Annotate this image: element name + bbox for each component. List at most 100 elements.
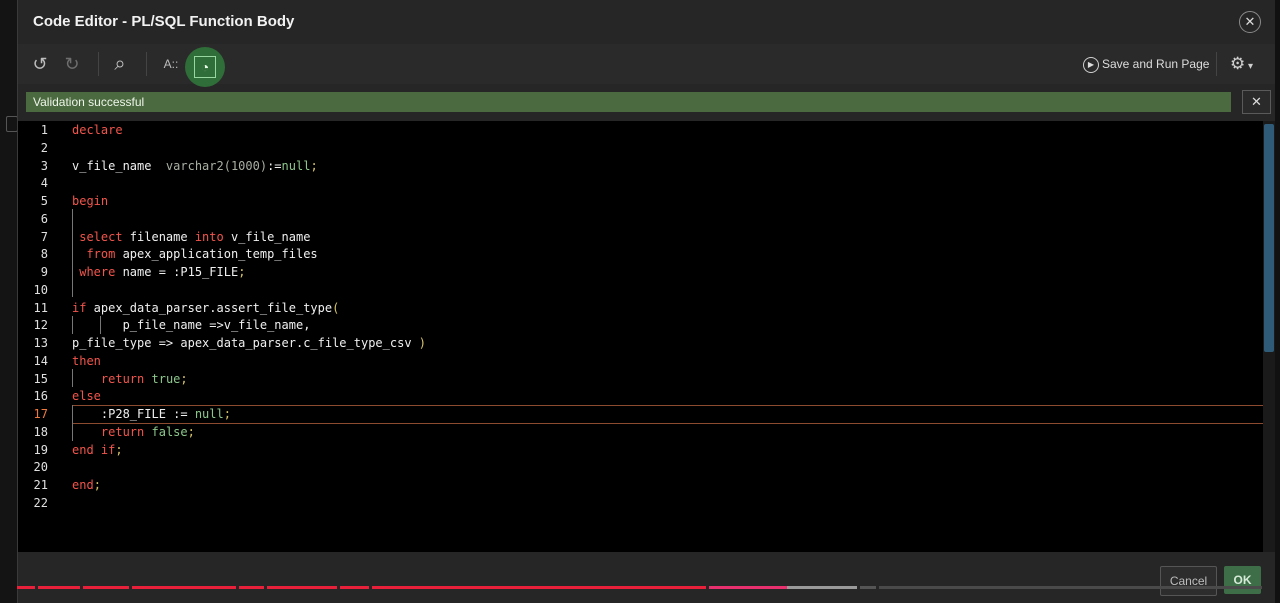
undo-icon[interactable]: ↺ [26,50,54,78]
code-token: apex_data_parser.assert_file_type [86,300,333,315]
progress-segment [239,586,264,589]
code-line[interactable]: 9 where name = :P15_FILE; [18,263,1258,281]
code-line[interactable]: 12 p_file_name =>v_file_name, [18,316,1258,334]
line-number: 12 [33,318,48,333]
line-number: 18 [33,424,48,439]
line-number: 9 [40,265,48,279]
code-text: end; [72,476,101,494]
code-text: if apex_data_parser.assert_file_type( [72,299,339,317]
code-editor-dialog: Code Editor - PL/SQL Function Body ✕ ↺ ↻… [17,0,1275,603]
code-line[interactable]: 10 [18,281,1258,299]
code-line[interactable]: 17 :P28_FILE := null; [18,405,1258,423]
code-line[interactable]: 22 [18,494,1258,512]
progress-segment [709,586,787,589]
cancel-button[interactable]: Cancel [1160,566,1217,596]
settings-menu-button[interactable]: ⚙ ▾ [1230,54,1253,74]
code-token: select [72,229,123,244]
code-token: ; [223,407,231,421]
code-line[interactable]: 21 end; [18,476,1258,494]
validation-banner: Validation successful [26,92,1231,112]
progress-segment [17,586,35,589]
editor-toolbar: ↺ ↻ ⌕ A:: ◔ ▶ Save and Run Page ⚙ ▾ [18,44,1275,87]
code-token: p_file_type => apex_data_parser.c_file_t… [72,336,419,350]
progress-segment [38,586,80,589]
code-editor[interactable]: 1 declare 2 3 v_file_name varchar2(1000):=nu… [18,121,1275,552]
code-token: ; [115,442,123,457]
code-token: name = :P15_FILE [115,265,239,279]
progress-segment [267,586,337,589]
line-number: 17 [33,407,48,421]
save-and-run-button[interactable]: ▶ Save and Run Page [1083,54,1209,74]
line-number: 8 [40,247,48,262]
ok-button[interactable]: OK [1224,566,1261,594]
code-line[interactable]: 3 v_file_name varchar2(1000):=null; [18,157,1258,175]
validate-icon: ◔ [194,56,216,78]
line-number: 21 [33,478,48,492]
code-token: ; [187,424,195,439]
code-token: from [72,247,116,262]
code-token: return [100,371,145,386]
validate-button[interactable]: ◔ [185,47,225,87]
line-number: 16 [33,389,48,404]
code-line[interactable]: 14 then [18,352,1258,370]
code-text: begin [72,192,108,210]
code-token: true [144,371,181,386]
progress-remaining [879,586,1262,589]
code-token: ; [93,478,101,492]
code-text: return true; [72,370,188,388]
video-progress-bar[interactable] [0,586,1262,589]
code-text: select filename into v_file_name [72,228,310,246]
code-text: p_file_type => apex_data_parser.c_file_t… [72,334,426,352]
redo-icon[interactable]: ↻ [58,50,86,78]
play-icon: ▶ [1083,56,1099,73]
code-line[interactable]: 5 begin [18,192,1258,210]
code-token: filename [122,229,195,244]
code-line[interactable]: 13 p_file_type => apex_data_parser.c_file… [18,334,1258,352]
progress-segment [132,586,236,589]
code-text: else [72,387,101,405]
code-line[interactable]: 1 declare [18,121,1258,139]
code-text: declare [72,121,123,139]
code-line[interactable]: 2 [18,139,1258,157]
code-token: false [144,424,188,439]
line-number: 3 [40,158,48,173]
code-token: if [93,442,116,457]
code-token: := [267,158,282,173]
code-line[interactable]: 15 return true; [18,370,1258,388]
code-line[interactable]: 20 [18,458,1258,476]
code-token: ; [180,371,188,386]
code-line[interactable]: 7 select filename into v_file_name [18,228,1258,246]
editor-scrollbar[interactable] [1263,121,1275,552]
autocomplete-button[interactable]: A:: [158,50,184,78]
code-token: ; [310,158,318,173]
code-text: end if; [72,441,123,459]
code-token: ; [238,265,246,279]
code-line[interactable]: 8 from apex_application_temp_files [18,245,1258,263]
banner-close-button[interactable]: ✕ [1242,90,1271,114]
code-line[interactable]: 6 [18,210,1258,228]
code-line[interactable]: 4 [18,174,1258,192]
code-line[interactable]: 16 else [18,387,1258,405]
code-token: end [72,442,94,457]
scrollbar-thumb[interactable] [1264,124,1274,352]
code-text: from apex_application_temp_files [72,245,317,263]
dialog-close-button[interactable]: ✕ [1239,11,1261,33]
line-number: 15 [33,371,48,386]
code-line[interactable]: 11 if apex_data_parser.assert_file_type( [18,299,1258,317]
code-line[interactable]: 19 end if; [18,441,1258,459]
save-and-run-label: Save and Run Page [1102,57,1210,71]
progress-segment [340,586,369,589]
code-token: into [194,229,224,244]
backdrop-left-panel [0,0,18,603]
code-token: return [100,424,145,439]
code-line[interactable]: 18 return false; [18,423,1258,441]
code-token: ( [332,300,340,315]
dialog-footer: Cancel OK [18,552,1275,603]
line-number: 20 [33,460,48,475]
line-number: 6 [40,211,48,226]
chevron-down-icon: ▾ [1245,61,1254,72]
search-icon[interactable]: ⌕ [106,50,134,78]
line-number: 4 [40,176,48,191]
code-text: v_file_name varchar2(1000):=null; [72,157,318,175]
